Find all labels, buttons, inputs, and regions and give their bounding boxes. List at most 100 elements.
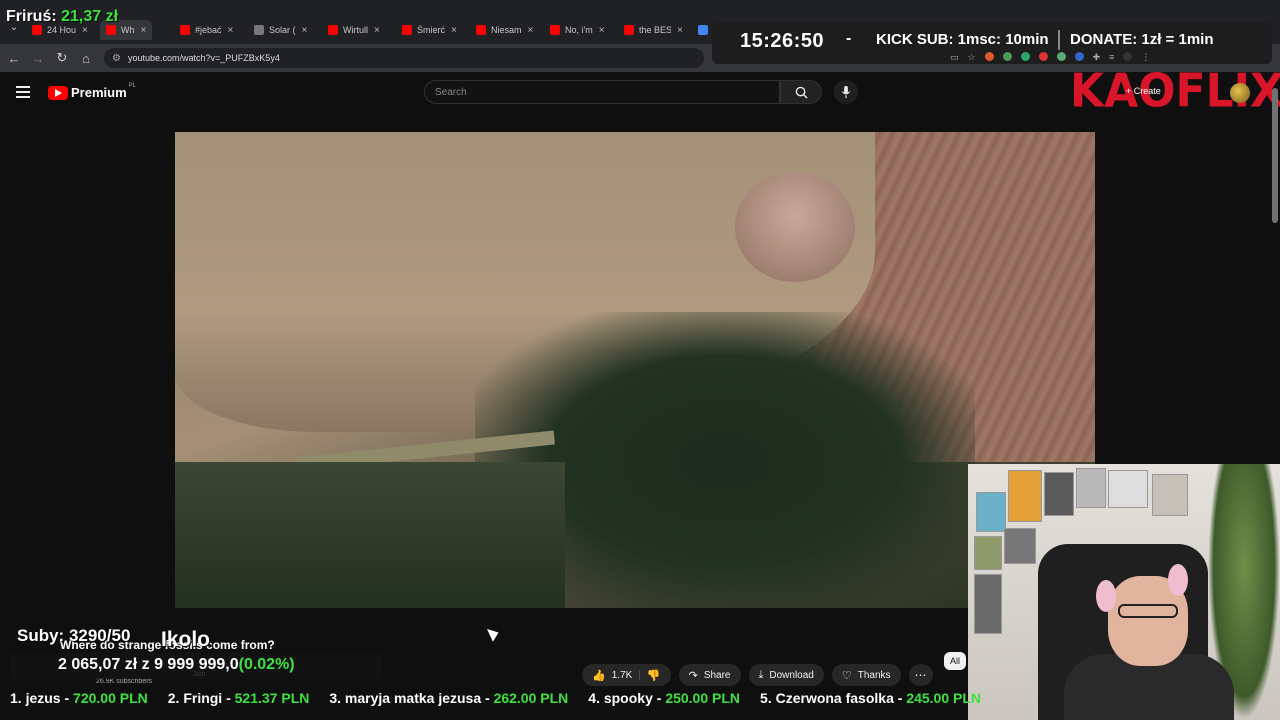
webcam-poster <box>1152 474 1188 516</box>
page-scrollbar[interactable] <box>1272 88 1278 223</box>
headphone-ear-left <box>1096 580 1116 612</box>
youtube-favicon-icon <box>328 25 338 35</box>
tab-title: the BES <box>639 25 671 35</box>
top-donors-ticker: 1. jezus - 720.00 PLN 2. Fringi - 521.37 … <box>10 690 1280 706</box>
webcam-poster <box>1004 528 1036 564</box>
profile-icon[interactable] <box>1123 52 1133 61</box>
goal-of: z <box>141 656 150 673</box>
mouse-cursor-icon <box>487 625 502 642</box>
like-button[interactable]: 👍 1.7K | 👎 <box>582 664 671 686</box>
download-button[interactable]: ⤓ Download <box>748 664 824 686</box>
ticker-donor-amount: 250.00 PLN <box>665 690 741 706</box>
guide-menu-icon[interactable] <box>16 86 30 98</box>
video-book <box>175 462 565 608</box>
search-button[interactable] <box>780 80 822 104</box>
youtube-favicon-icon <box>550 25 560 35</box>
youtube-favicon-icon <box>32 25 42 35</box>
extension-orange-icon[interactable] <box>984 52 994 61</box>
thanks-heart-icon: ♡ <box>841 669 852 682</box>
download-label: Download <box>769 669 814 681</box>
tab-title: Niesam <box>491 25 522 35</box>
tab-close-icon[interactable]: × <box>528 25 534 36</box>
chip-all[interactable]: All <box>944 652 967 670</box>
goal-current: 2 065,07 zł <box>58 656 138 673</box>
tab-title: Solar ( <box>269 25 296 35</box>
youtube-premium-logo[interactable]: Premium PL <box>48 83 136 100</box>
youtube-favicon-icon <box>106 25 116 35</box>
more-actions-button[interactable]: ⋯ <box>908 664 933 686</box>
plus-icon: + <box>1126 86 1134 96</box>
headphone-ear-right <box>1168 564 1188 596</box>
tab-close-icon[interactable]: × <box>451 25 457 36</box>
tab-close-icon[interactable]: × <box>677 25 683 36</box>
extension-blue-icon[interactable] <box>1074 52 1084 61</box>
reading-list-icon[interactable]: ≡ <box>1109 52 1114 63</box>
search-placeholder: Search <box>435 86 467 98</box>
donate-info: DONATE: 1zł = 1min <box>1070 31 1214 48</box>
voice-search-button[interactable] <box>834 80 858 104</box>
browser-tab[interactable]: Śmierć × <box>396 20 463 40</box>
tab-title: Wh <box>121 25 135 35</box>
frinus-label: Friruś: <box>6 8 57 25</box>
microphone-icon <box>841 85 851 98</box>
frinus-amount: 21,37 zł <box>61 8 119 25</box>
extension-leaf-icon[interactable] <box>1056 52 1066 61</box>
browser-tab[interactable]: the BES × <box>618 20 689 40</box>
ticker-donor-amount: 521.37 PLN <box>234 690 310 706</box>
user-avatar[interactable] <box>1230 83 1250 103</box>
overlay-koko-text: Ikolo <box>161 628 211 651</box>
back-arrow-icon[interactable]: ← <box>2 51 26 66</box>
video-player[interactable] <box>175 132 1095 608</box>
tab-close-icon[interactable]: × <box>82 25 88 36</box>
cast-icon[interactable]: ▭ <box>950 52 959 63</box>
bookmark-star-icon[interactable]: ☆ <box>968 52 976 63</box>
create-label: Create <box>1133 86 1161 96</box>
download-icon: ⤓ <box>758 668 764 681</box>
tab-title: Śmierć <box>417 25 446 35</box>
ticker-donor-name: 1. jezus - <box>10 690 74 706</box>
tab-title: #jebać <box>195 25 222 35</box>
webcam-poster <box>974 536 1002 570</box>
thumbs-up-icon: 👍 <box>592 669 606 682</box>
youtube-play-icon <box>48 85 68 100</box>
browser-tab[interactable]: No, i'm × <box>544 20 611 40</box>
browser-tab[interactable]: Niesam × <box>470 20 539 40</box>
site-info-icon[interactable]: ⚙ <box>112 53 121 64</box>
search-input[interactable]: Search <box>424 80 780 104</box>
home-icon[interactable]: ⌂ <box>74 51 98 66</box>
url-bar[interactable]: ⚙ youtube.com/watch?v=_PUFZBxK5y4 <box>104 48 704 68</box>
video-hand <box>735 172 855 282</box>
extension-green-icon[interactable] <box>1002 52 1012 61</box>
puzzle-extensions-icon[interactable]: ✚ <box>1093 52 1101 63</box>
tab-close-icon[interactable]: × <box>141 25 147 36</box>
webcam-glasses <box>1118 604 1178 618</box>
tab-close-icon[interactable]: × <box>374 25 380 36</box>
youtube-favicon-icon <box>476 25 486 35</box>
ticker-entry: 3. maryja matka jezusa - 262.00 PLN <box>329 690 568 706</box>
ticker-donor-name: 4. spooky - <box>588 690 666 706</box>
kick-sub-info: KICK SUB: 1msc: 10min <box>876 31 1049 48</box>
youtube-favicon-icon <box>624 25 634 35</box>
tab-close-icon[interactable]: × <box>599 25 605 36</box>
like-count: 1.7K <box>611 669 633 681</box>
tab-close-icon[interactable]: × <box>228 25 234 36</box>
browser-tab[interactable]: #jebać × <box>174 20 239 40</box>
tab-title: Wirtull <box>343 25 368 35</box>
extension-red-icon[interactable] <box>1038 52 1048 61</box>
ticker-donor-name: 2. Fringi - <box>167 690 235 706</box>
video-actions: 👍 1.7K | 👎 ↷ Share ⤓ Download ♡ Thanks ⋯ <box>582 664 933 686</box>
ticker-entry: 1. jezus - 720.00 PLN <box>10 690 148 706</box>
forward-arrow-icon[interactable]: → <box>26 51 50 66</box>
reload-icon[interactable]: ↻ <box>50 50 74 66</box>
extension-grammarly-icon[interactable] <box>1020 52 1030 61</box>
thumbs-down-icon[interactable]: 👎 <box>647 669 661 682</box>
tab-close-icon[interactable]: × <box>302 25 308 36</box>
thanks-button[interactable]: ♡ Thanks <box>831 664 901 686</box>
share-button[interactable]: ↷ Share <box>678 664 741 686</box>
browser-tab[interactable]: Wirtull × <box>322 20 386 40</box>
create-button[interactable]: + Create <box>1126 86 1161 96</box>
webcam-poster <box>1108 470 1148 508</box>
menu-kebab-icon[interactable]: ⋮ <box>1141 52 1150 63</box>
subs-counter: Suby: 3290/50 <box>17 626 131 645</box>
browser-tab[interactable]: Solar ( × <box>248 20 313 40</box>
